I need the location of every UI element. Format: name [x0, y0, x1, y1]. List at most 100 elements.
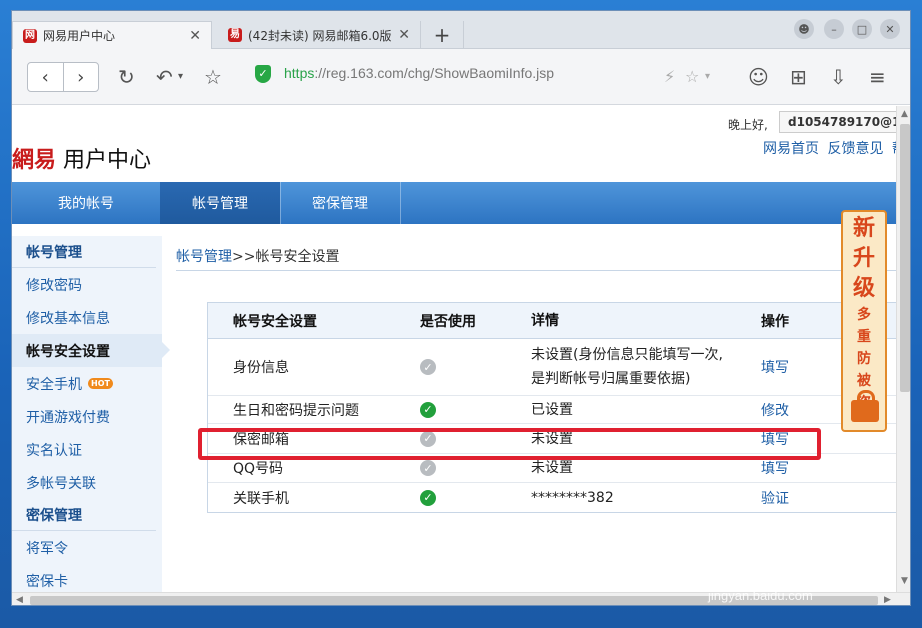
- undo-icon[interactable]: ↶: [156, 65, 173, 89]
- security-table: 帐号安全设置 是否使用 详情 操作 身份信息 ✓ 未设置(身份信息只能填写一次,…: [207, 302, 896, 513]
- red-highlight-box: [198, 428, 821, 460]
- sidebar-item-card[interactable]: 密保卡: [12, 564, 162, 592]
- minimize-icon[interactable]: –: [824, 19, 844, 39]
- top-links: 网易首页 反馈意见 帮: [763, 138, 896, 158]
- row-name: 身份信息: [233, 360, 289, 376]
- breadcrumb: 帐号管理>>帐号安全设置: [176, 246, 339, 266]
- upgrade-banner[interactable]: 新 升 级 多 重 防 被 盗: [841, 210, 887, 432]
- browser-toolbar: ‹ › ↻ ↶ ▾ ☆ ✓ https://reg.163.com/chg/Sh…: [12, 49, 910, 105]
- back-icon[interactable]: ‹: [28, 63, 64, 91]
- scroll-right-icon[interactable]: ▶: [884, 595, 891, 605]
- nav-buttons: ‹ ›: [27, 62, 99, 92]
- sidebar-section-security: 密保管理: [12, 499, 156, 531]
- browser-window: 网 网易用户中心 ✕ 易 (42封未读) 网易邮箱6.0版 ✕ + ☻ – □ …: [11, 10, 911, 606]
- sidebar-item-realname[interactable]: 实名认证: [12, 433, 162, 466]
- row-action-fill[interactable]: 填写: [761, 339, 789, 395]
- banner-small-1: 多: [857, 307, 871, 323]
- sidebar-item-label: 开通游戏付费: [26, 409, 110, 426]
- nav-my-account[interactable]: 我的帐号: [12, 182, 160, 224]
- greeting-text: 晚上好,: [728, 118, 768, 132]
- sidebar: 帐号管理 修改密码 修改基本信息 帐号安全设置 安全手机 HOT 开通游戏付费 实…: [12, 236, 170, 592]
- main-nav: 我的帐号 帐号管理 密保管理: [12, 182, 896, 224]
- refresh-icon[interactable]: ↻: [118, 65, 135, 89]
- bookmark-star-icon[interactable]: ☆: [685, 67, 699, 86]
- sidebar-item-label: 实名认证: [26, 442, 82, 459]
- scroll-left-icon[interactable]: ◀: [16, 595, 23, 605]
- scroll-down-icon[interactable]: ▼: [901, 576, 908, 586]
- row-status: ✓: [420, 483, 436, 512]
- star-icon[interactable]: ☆: [204, 65, 222, 89]
- 163-mail-icon: 易: [228, 28, 242, 42]
- maximize-icon[interactable]: □: [852, 19, 872, 39]
- table-row: 关联手机 ✓ ********382 验证: [208, 483, 896, 512]
- header-enabled: 是否使用: [420, 313, 476, 330]
- close-window-icon[interactable]: ✕: [880, 19, 900, 39]
- url-rest: ://reg.163.com/chg/ShowBaomiInfo.jsp: [314, 65, 555, 81]
- sidebar-item-token[interactable]: 将军令: [12, 531, 162, 564]
- close-icon[interactable]: ✕: [189, 28, 201, 44]
- tab-bar: 网 网易用户中心 ✕ 易 (42封未读) 网易邮箱6.0版 ✕ + ☻ – □ …: [12, 11, 910, 49]
- site-logo[interactable]: 網易 用户中心: [12, 142, 151, 174]
- logo-brand: 網易: [12, 147, 57, 173]
- scroll-up-icon[interactable]: ▲: [901, 109, 908, 119]
- chevron-down-icon[interactable]: ▾: [705, 71, 710, 82]
- nav-security-management[interactable]: 密保管理: [280, 182, 400, 224]
- sidebar-item-label: 修改基本信息: [26, 310, 110, 327]
- sidebar-item-label: 将军令: [26, 540, 68, 557]
- row-status: ✓: [420, 396, 436, 423]
- close-icon[interactable]: ✕: [398, 27, 410, 43]
- tab-label: (42封未读) 网易邮箱6.0版: [248, 28, 392, 43]
- address-bar[interactable]: https://reg.163.com/chg/ShowBaomiInfo.js…: [284, 65, 554, 81]
- breadcrumb-link[interactable]: 帐号管理: [176, 249, 232, 265]
- header-action: 操作: [761, 313, 789, 330]
- banner-big-1: 新: [852, 216, 875, 241]
- row-status: ✓: [420, 339, 436, 395]
- new-tab-button[interactable]: +: [420, 21, 464, 49]
- table-header: 帐号安全设置 是否使用 详情 操作: [208, 303, 896, 339]
- shield-icon: ✓: [255, 65, 271, 83]
- link-feedback[interactable]: 反馈意见: [827, 141, 883, 157]
- row-detail: ********382: [531, 489, 614, 506]
- download-icon[interactable]: ⇩: [830, 65, 847, 89]
- logo-sub: 用户中心: [63, 148, 152, 173]
- sidebar-item-security-settings[interactable]: 帐号安全设置: [12, 334, 170, 367]
- forward-icon[interactable]: ›: [64, 63, 99, 91]
- sidebar-item-basic-info[interactable]: 修改基本信息: [12, 301, 162, 334]
- menu-icon[interactable]: ≡: [869, 65, 886, 89]
- header-detail: 详情: [531, 312, 559, 329]
- vertical-scroll-thumb[interactable]: [900, 124, 910, 392]
- row-detail: 未设置(身份信息只能填写一次,是判断帐号归属重要依据): [531, 347, 723, 387]
- chat-icon[interactable]: ☺: [748, 65, 769, 89]
- banner-big-2: 升: [852, 246, 875, 271]
- lock-icon: [851, 390, 879, 422]
- link-home[interactable]: 网易首页: [763, 141, 819, 157]
- sidebar-item-security-phone[interactable]: 安全手机 HOT: [12, 367, 162, 400]
- table-row: 身份信息 ✓ 未设置(身份信息只能填写一次,是判断帐号归属重要依据) 填写: [208, 339, 896, 396]
- check-green-icon: ✓: [420, 489, 436, 506]
- breadcrumb-current: 帐号安全设置: [255, 249, 340, 265]
- row-action-modify[interactable]: 修改: [761, 396, 789, 423]
- sidebar-item-multi-account[interactable]: 多帐号关联: [12, 466, 162, 499]
- check-green-icon: ✓: [420, 401, 436, 418]
- skin-icon[interactable]: ☻: [794, 19, 814, 39]
- sidebar-item-label: 多帐号关联: [26, 475, 96, 492]
- sidebar-item-label: 帐号安全设置: [26, 343, 110, 360]
- chevron-down-icon[interactable]: ▾: [178, 71, 183, 82]
- extensions-icon[interactable]: ⊞: [790, 65, 807, 89]
- vertical-scrollbar[interactable]: ▲ ▼: [896, 106, 910, 592]
- tab-user-center[interactable]: 网 网易用户中心 ✕: [12, 21, 212, 49]
- row-detail: 已设置: [531, 401, 573, 418]
- sidebar-section-account: 帐号管理: [12, 236, 156, 268]
- 163-icon: 网: [23, 28, 37, 43]
- sidebar-item-game-payment[interactable]: 开通游戏付费: [12, 400, 162, 433]
- nav-account-management[interactable]: 帐号管理: [160, 182, 280, 224]
- banner-small-2: 重: [857, 329, 871, 345]
- tab-mail[interactable]: 易 (42封未读) 网易邮箱6.0版 ✕: [218, 21, 420, 49]
- banner-big-3: 级: [852, 276, 875, 301]
- sidebar-item-change-password[interactable]: 修改密码: [12, 268, 162, 301]
- table-row: 生日和密码提示问题 ✓ 已设置 修改: [208, 396, 896, 424]
- breadcrumb-sep: >>: [232, 249, 256, 265]
- lightning-icon[interactable]: ⚡: [664, 67, 675, 86]
- row-action-verify[interactable]: 验证: [761, 483, 789, 512]
- sidebar-item-label: 修改密码: [26, 277, 82, 294]
